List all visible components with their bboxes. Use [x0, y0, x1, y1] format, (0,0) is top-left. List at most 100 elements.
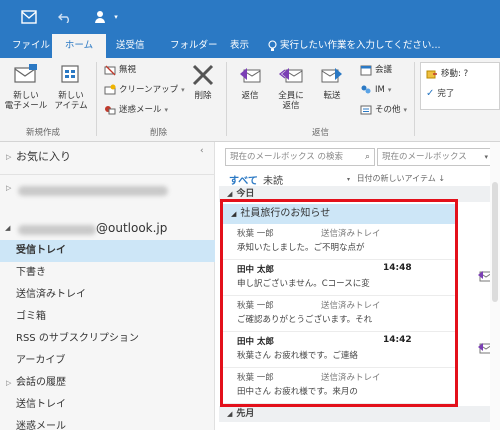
sort-arrow-icon: ↓ — [438, 174, 446, 183]
folder-inbox[interactable]: 受信トレイ — [0, 240, 215, 262]
folder-label: ゴミ箱 — [16, 311, 46, 322]
scrollbar[interactable] — [490, 142, 500, 430]
group-header-today[interactable]: ◢ 今日 — [219, 186, 500, 202]
title-bar: ▾ — [0, 0, 500, 34]
message-preview: 承知いたしました。ご不明な点が — [237, 243, 365, 253]
message-from: 田中 太郎 — [237, 337, 274, 347]
im-label: IM — [375, 85, 385, 95]
cleanup-button[interactable]: クリーンアップ ▾ — [104, 82, 185, 98]
new-email-button[interactable]: 新しい 電子メール — [4, 62, 48, 111]
sort-button[interactable]: ▾ 日付の新しいアイテム ↓ — [347, 173, 445, 184]
favorites-header[interactable]: ▷ お気に入り — [0, 146, 215, 168]
group-header-last-month[interactable]: ◢ 先月 — [219, 406, 500, 422]
folder-rss[interactable]: RSS のサブスクリプション — [0, 328, 215, 350]
collapse-arrow-icon: ▷ — [6, 153, 12, 161]
outlook-icon[interactable] — [18, 0, 40, 34]
message-meta: 送信済みトレイ — [321, 373, 381, 383]
account-header[interactable]: ◢ @outlook.jp — [0, 218, 215, 242]
divider — [0, 174, 215, 175]
chevron-down-icon: ▾ — [403, 106, 408, 114]
blurred-account — [18, 186, 168, 196]
folder-label: RSS のサブスクリプション — [16, 333, 139, 344]
conversation-subject: 社員旅行のお知らせ — [240, 208, 331, 219]
meeting-button[interactable]: 会議 — [360, 62, 392, 78]
blurred-account-name — [18, 225, 96, 235]
new-email-icon — [14, 64, 37, 83]
conversation-header[interactable]: ◢ 社員旅行のお知らせ — [223, 204, 455, 224]
scrollbar-thumb[interactable] — [492, 182, 498, 302]
tab-send-receive[interactable]: 送受信 — [108, 34, 153, 58]
message-from: 秋葉 一郎 — [237, 373, 274, 383]
message-preview: 田中さん お疲れ様です。来月の — [237, 387, 358, 397]
folder-label: 迷惑メール — [16, 421, 66, 430]
move-to-button[interactable]: 移動: ? — [426, 66, 468, 82]
account-icon[interactable] — [90, 0, 110, 34]
more-respond-button[interactable]: その他 ▾ — [360, 102, 407, 118]
reply-all-button[interactable]: 全員に 返信 — [272, 62, 310, 111]
search-input[interactable]: 現在のメールボックス の検索 ⌕ — [225, 148, 375, 166]
im-button[interactable]: IM ▾ — [360, 82, 391, 98]
folder-conversation-history[interactable]: ▷ 会話の履歴 — [0, 372, 215, 394]
reply-all-label: 全員に 返信 — [278, 91, 304, 111]
tab-view[interactable]: 表示 — [222, 34, 257, 58]
folder-archive[interactable]: アーカイブ — [0, 350, 215, 372]
done-label: 完了 — [437, 89, 455, 99]
group-separator — [414, 62, 415, 136]
list-item[interactable]: 秋葉 一郎 送信済みトレイ 承知いたしました。ご不明な点が — [223, 224, 455, 260]
dropdown-icon[interactable]: ▾ — [110, 0, 122, 34]
new-items-label: 新しい アイテム — [54, 91, 88, 111]
message-time: 14:42 — [383, 335, 412, 345]
done-button[interactable]: ✓ 完了 — [426, 86, 454, 102]
tab-file[interactable]: ファイル — [4, 34, 58, 58]
ignore-button[interactable]: 無視 — [104, 62, 136, 78]
forward-button[interactable]: 転送 — [314, 62, 350, 101]
reply-icon — [240, 68, 261, 83]
group-label: 先月 — [236, 409, 255, 419]
folder-trash[interactable]: ゴミ箱 — [0, 306, 215, 328]
collapse-arrow-icon: ▷ — [6, 184, 12, 192]
junk-button[interactable]: 迷惑メール ▾ — [104, 102, 168, 118]
more-icon — [360, 105, 372, 115]
folder-drafts[interactable]: 下書き — [0, 262, 215, 284]
ribbon: 新しい 電子メール 新しい アイテム 新規作成 無視 クリーンアップ ▾ 迷惑メ… — [0, 58, 500, 142]
delete-label: 削除 — [194, 91, 212, 101]
collapse-arrow-icon: ▷ — [6, 379, 12, 387]
folder-junk[interactable]: 迷惑メール — [0, 416, 215, 430]
tab-folder[interactable]: フォルダー — [162, 34, 226, 58]
group-separator — [226, 62, 227, 136]
junk-icon — [105, 106, 116, 115]
message-meta: 送信済みトレイ — [321, 229, 381, 239]
new-items-icon — [61, 65, 79, 83]
group-label-respond: 返信 — [312, 128, 330, 138]
undo-icon[interactable] — [54, 0, 76, 34]
list-item[interactable]: 田中 太郎 14:48 申し訳ございません。Cコースに変 — [223, 260, 493, 296]
favorites-label: お気に入り — [16, 150, 71, 163]
reply-button[interactable]: 返信 — [232, 62, 268, 101]
folder-outbox[interactable]: 送信トレイ — [0, 394, 215, 416]
chevron-down-icon: ▾ — [387, 86, 392, 94]
tab-home[interactable]: ホーム — [52, 34, 106, 58]
new-items-button[interactable]: 新しい アイテム — [50, 62, 92, 111]
list-item[interactable]: 田中 太郎 14:42 秋葉さん お疲れ様です。ご連絡 — [223, 332, 493, 368]
cleanup-icon — [104, 84, 116, 95]
expand-arrow-icon: ◢ — [227, 190, 233, 198]
filter-unread[interactable]: 未読 — [263, 172, 283, 187]
list-item[interactable]: 秋葉 一郎 送信済みトレイ 田中さん お疲れ様です。来月の — [223, 368, 455, 404]
checkmark-icon: ✓ — [426, 88, 435, 99]
reply-all-icon — [278, 68, 303, 83]
tell-me-box[interactable]: 実行したい作業を入力してください... — [268, 34, 441, 58]
scope-label: 現在のメールボックス — [382, 152, 467, 162]
search-scope-select[interactable]: 現在のメールボックス ▾ — [377, 148, 493, 166]
new-email-label: 新しい 電子メール — [4, 91, 48, 111]
filter-all[interactable]: すべて — [229, 172, 258, 187]
expand-arrow-icon: ◢ — [5, 224, 11, 232]
lightbulb-icon — [268, 40, 277, 51]
group-separator — [96, 62, 97, 136]
junk-label: 迷惑メール — [119, 105, 162, 115]
message-list-pane: 現在のメールボックス の検索 ⌕ 現在のメールボックス ▾ すべて 未読 ▾ 日… — [219, 142, 500, 430]
delete-button[interactable]: 削除 — [186, 62, 220, 101]
folder-sent[interactable]: 送信済みトレイ — [0, 284, 215, 306]
list-item[interactable]: 秋葉 一郎 送信済みトレイ ご確認ありがとうございます。それ — [223, 296, 455, 332]
move-icon — [426, 70, 437, 79]
message-from: 秋葉 一郎 — [237, 229, 274, 239]
